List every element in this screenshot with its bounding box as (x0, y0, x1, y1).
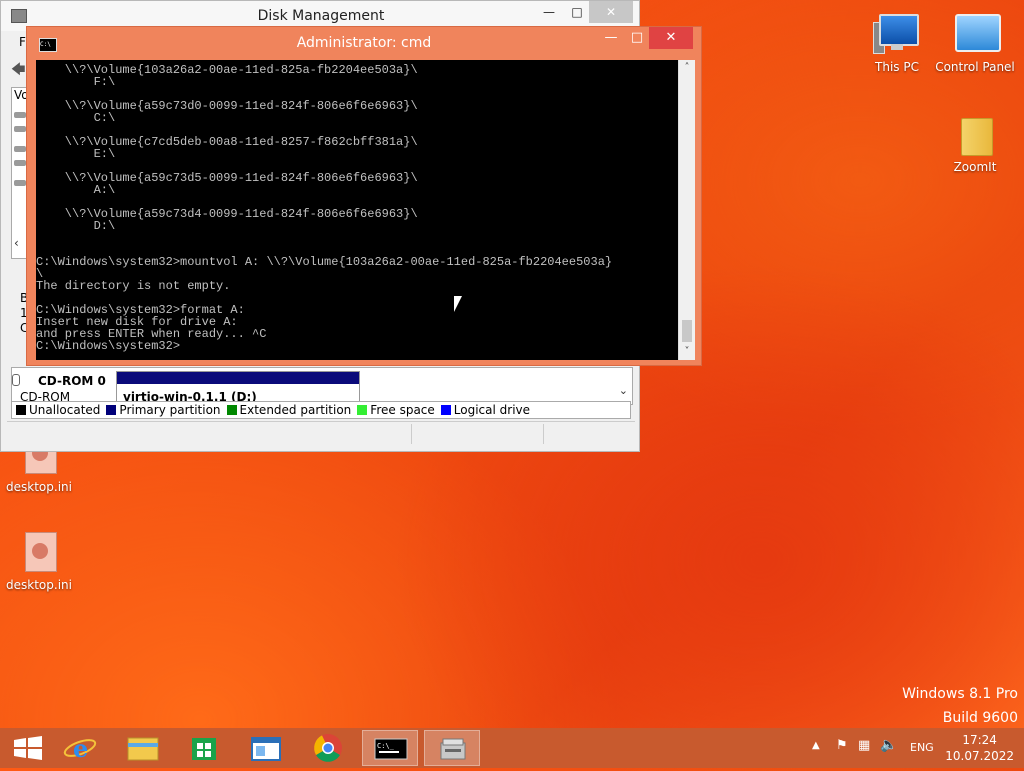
legend-label: Primary partition (119, 403, 221, 417)
edition-watermark: Windows 8.1 Pro (902, 686, 1018, 702)
partition-legend: Unallocated Primary partition Extended p… (11, 401, 631, 419)
clock-date: 10.07.2022 (945, 749, 1014, 763)
legend-item: Free space (357, 403, 435, 417)
volume-row-icon (14, 112, 26, 118)
desktop-icon-label: desktop.ini (6, 578, 72, 592)
network-icon[interactable]: ▦ (858, 738, 870, 753)
clock-time: 17:24 (962, 733, 997, 747)
legend-label: Unallocated (29, 403, 101, 417)
computer-icon (873, 12, 921, 56)
minimize-button[interactable]: — (597, 27, 625, 49)
desktop-icon-desktop-ini-2[interactable]: desktop.ini (0, 530, 84, 592)
volume-block[interactable]: virtio-win-0.1.1 (D:) (116, 371, 360, 404)
taskbar-store[interactable] (176, 730, 232, 766)
legend-item: Primary partition (106, 403, 221, 417)
legend-label: Logical drive (453, 403, 531, 417)
taskbar-app[interactable] (238, 730, 294, 766)
store-icon (192, 738, 216, 760)
legend-swatch (357, 405, 368, 415)
cdrom-icon (12, 374, 20, 386)
windows-logo-icon (14, 736, 42, 760)
volume-row-icon (14, 180, 26, 186)
svg-text:C:\_: C:\_ (377, 742, 395, 750)
settings-file-icon (15, 530, 63, 574)
folder-icon (951, 112, 999, 156)
desktop-icon-label: Control Panel (935, 60, 1015, 74)
legend-label: Extended partition (239, 403, 352, 417)
scroll-down-icon[interactable]: ˅ (679, 344, 695, 360)
legend-swatch (16, 405, 26, 415)
taskbar: e C:\_ ▲ ⚑ ▦ 🔈 ENG 17:24 10.07.2022 (0, 728, 1024, 768)
chrome-icon (314, 734, 342, 762)
cmd-titlebar[interactable]: C:\ Administrator: cmd — □ ✕ (27, 27, 701, 57)
disk-management-icon (440, 738, 466, 760)
maximize-button[interactable]: □ (623, 27, 651, 49)
desktop-icon-zoomit[interactable]: ZoomIt (930, 112, 1020, 174)
build-watermark: Build 9600 (942, 710, 1018, 726)
control-panel-icon (951, 12, 1001, 56)
legend-swatch (226, 405, 237, 415)
legend-label: Free space (370, 403, 435, 417)
legend-item: Logical drive (440, 403, 531, 417)
cdrom-label: CD-ROM 0 (38, 374, 106, 388)
legend-swatch (106, 405, 117, 415)
close-button[interactable]: ✕ (589, 1, 633, 23)
notification-area: ▲ ⚑ ▦ 🔈 ENG (806, 728, 936, 768)
window-app-icon (251, 737, 281, 761)
desktop-icon-label: desktop.ini (6, 480, 72, 494)
input-language[interactable]: ENG (910, 741, 934, 754)
desktop-icon-this-pc[interactable]: This PC (852, 12, 942, 74)
scroll-up-icon[interactable]: ˄ (679, 60, 695, 76)
desktop-icon-label: This PC (875, 60, 919, 74)
desktop-icon-label: ZoomIt (953, 160, 997, 174)
cmd-window[interactable]: C:\ Administrator: cmd — □ ✕ \\?\Volume{… (26, 26, 702, 366)
volume-row-icon (14, 146, 26, 152)
primary-partition-bar (117, 372, 359, 384)
scroll-left-icon[interactable]: ‹ (14, 236, 19, 250)
legend-swatch (440, 405, 451, 415)
volume-row-icon (14, 160, 26, 166)
status-segment (543, 424, 544, 444)
console-output[interactable]: \\?\Volume{103a26a2-00ae-11ed-825a-fb220… (36, 60, 678, 360)
desktop-icon-control-panel[interactable]: Control Panel (930, 12, 1020, 74)
volume-row-icon (14, 126, 26, 132)
scroll-thumb[interactable] (682, 320, 692, 342)
taskbar-file-explorer[interactable] (114, 730, 170, 766)
legend-item: Unallocated (16, 403, 100, 417)
taskbar-internet-explorer[interactable]: e (52, 730, 108, 766)
close-button[interactable]: ✕ (649, 27, 693, 49)
volume-speaker-icon[interactable]: 🔈 (880, 737, 897, 753)
show-hidden-icons-icon[interactable]: ▲ (812, 740, 820, 751)
taskbar-disk-management[interactable] (424, 730, 480, 766)
action-center-flag-icon[interactable]: ⚑ (836, 738, 848, 753)
file-explorer-icon (127, 737, 159, 761)
minimize-button[interactable]: — (535, 1, 563, 23)
status-bar (7, 421, 635, 446)
scroll-down-icon[interactable]: ⌄ (619, 384, 628, 397)
internet-explorer-icon: e (63, 734, 97, 763)
maximize-button[interactable]: □ (563, 1, 591, 23)
taskbar-cmd[interactable]: C:\_ (362, 730, 418, 766)
start-button[interactable] (0, 730, 56, 766)
system-clock[interactable]: 17:24 10.07.2022 (945, 732, 1014, 764)
vertical-scrollbar[interactable]: ˄ ˅ (678, 60, 695, 360)
disk-graph-pane[interactable]: CD-ROM 0 CD-ROM virtio-win-0.1.1 (D:) ⌄ (11, 367, 633, 405)
console-text: \\?\Volume{103a26a2-00ae-11ed-825a-fb220… (36, 63, 613, 353)
command-prompt-icon: C:\_ (374, 738, 408, 760)
mouse-cursor-icon (454, 296, 462, 312)
status-segment (411, 424, 412, 444)
taskbar-chrome[interactable] (300, 730, 356, 766)
legend-item: Extended partition (226, 403, 352, 417)
svg-text:e: e (73, 734, 88, 763)
